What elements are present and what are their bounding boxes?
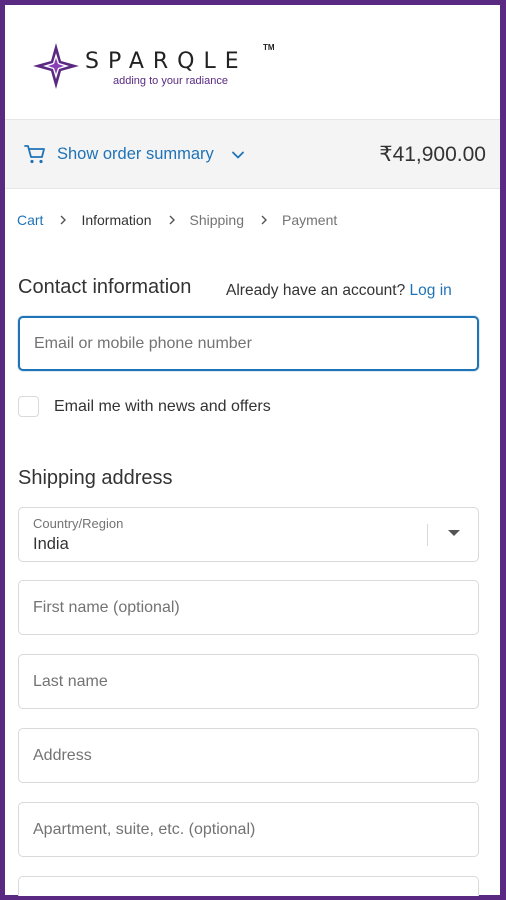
chevron-right-icon bbox=[169, 215, 175, 225]
select-divider bbox=[427, 524, 428, 546]
chevron-right-icon bbox=[261, 215, 267, 225]
contact-information-title: Contact information bbox=[18, 276, 192, 298]
email-input[interactable] bbox=[34, 318, 454, 369]
country-value: India bbox=[33, 535, 69, 553]
header: SPARQLE TM adding to your radiance bbox=[5, 5, 500, 120]
brand-name: SPARQLE bbox=[85, 49, 248, 74]
order-total: ₹41,900.00 bbox=[379, 143, 486, 166]
address-field[interactable] bbox=[18, 728, 479, 783]
address-input[interactable] bbox=[33, 729, 453, 782]
chevron-right-icon bbox=[60, 215, 67, 225]
show-order-summary-toggle[interactable]: Show order summary bbox=[57, 145, 214, 164]
last-name-field[interactable] bbox=[18, 654, 479, 709]
brand-trademark: TM bbox=[263, 43, 275, 52]
login-prompt-text: Already have an account? bbox=[226, 282, 406, 299]
breadcrumb-shipping: Shipping bbox=[189, 212, 245, 228]
caret-down-icon bbox=[448, 530, 460, 536]
breadcrumb-information: Information bbox=[81, 212, 152, 228]
apartment-input[interactable] bbox=[33, 803, 453, 856]
shipping-address-title: Shipping address bbox=[18, 467, 173, 489]
first-name-input[interactable] bbox=[33, 581, 453, 634]
sparqle-logo-icon bbox=[33, 43, 79, 89]
brand-tagline: adding to your radiance bbox=[113, 75, 228, 87]
country-select[interactable]: Country/Region India bbox=[18, 507, 479, 562]
country-label: Country/Region bbox=[33, 516, 124, 531]
apartment-field[interactable] bbox=[18, 802, 479, 857]
next-field-partial[interactable] bbox=[18, 876, 479, 896]
breadcrumb: Cart Information Shipping Payment bbox=[17, 212, 337, 228]
newsletter-checkbox[interactable] bbox=[18, 396, 39, 417]
breadcrumb-cart[interactable]: Cart bbox=[17, 212, 43, 228]
last-name-input[interactable] bbox=[33, 655, 453, 708]
order-summary-bar[interactable]: Show order summary ₹41,900.00 bbox=[5, 120, 500, 189]
newsletter-option[interactable]: Email me with news and offers bbox=[18, 396, 271, 417]
newsletter-label: Email me with news and offers bbox=[54, 397, 271, 415]
email-field[interactable] bbox=[18, 316, 479, 371]
first-name-field[interactable] bbox=[18, 580, 479, 635]
breadcrumb-payment: Payment bbox=[282, 212, 338, 228]
login-prompt: Already have an account? Log in bbox=[226, 282, 452, 300]
cart-icon bbox=[24, 145, 45, 164]
login-link[interactable]: Log in bbox=[410, 282, 452, 299]
chevron-down-icon[interactable] bbox=[231, 148, 245, 162]
